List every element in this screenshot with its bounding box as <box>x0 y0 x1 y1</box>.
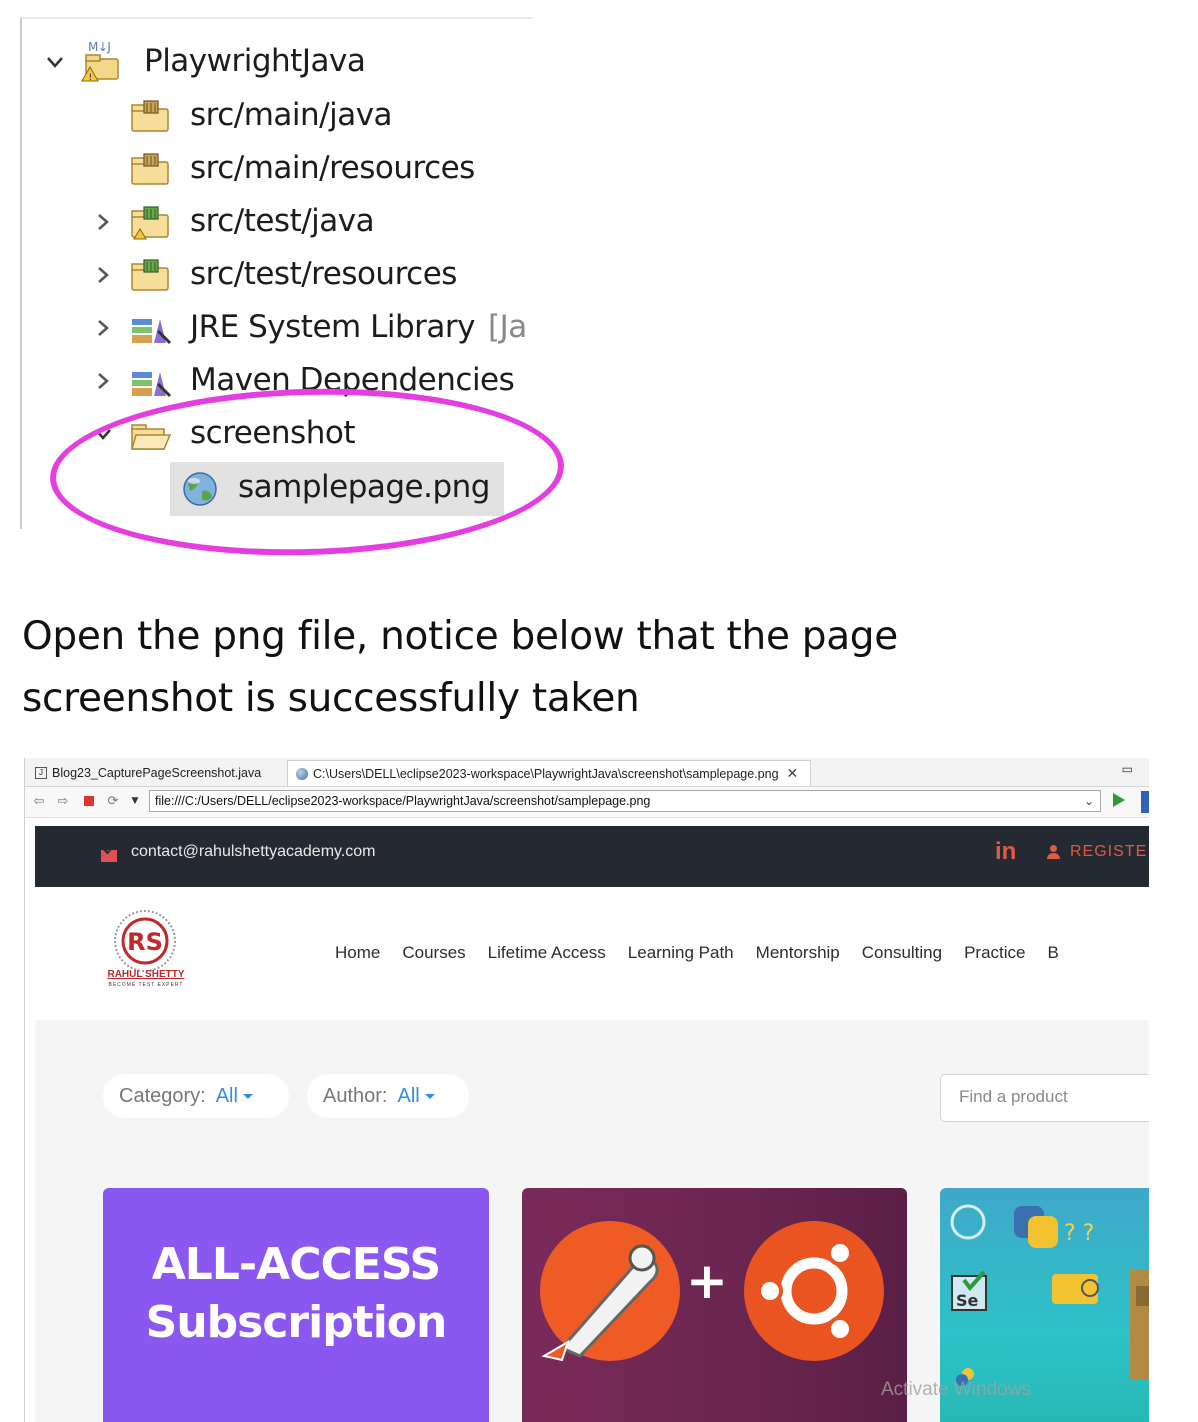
embedded-browser: J Blog23_CapturePageScreenshot.java C:\U… <box>24 758 1149 1422</box>
register-label: REGISTE <box>1070 843 1148 860</box>
dropdown-arrow-icon[interactable]: ▼ <box>127 793 143 809</box>
nav-lifetime-access[interactable]: Lifetime Access <box>488 943 606 963</box>
category-value: All <box>215 1084 238 1107</box>
tab-label: C:\Users\DELL\eclipse2023-workspace\Play… <box>313 766 779 781</box>
category-filter[interactable]: Category: All <box>103 1074 289 1118</box>
tree-item-suffix: [Ja <box>488 309 527 345</box>
project-name: PlaywrightJava <box>144 43 366 79</box>
source-folder-icon <box>130 99 172 135</box>
nav-home[interactable]: Home <box>335 943 380 963</box>
tree-item-label: src/test/java <box>190 203 375 239</box>
tab-label: Blog23_CapturePageScreenshot.java <box>52 766 262 780</box>
plus-sign: + <box>686 1252 728 1310</box>
test-source-folder-icon <box>130 205 172 241</box>
back-icon[interactable]: ⇦ <box>31 793 47 809</box>
main-nav: Home Courses Lifetime Access Learning Pa… <box>335 943 1081 963</box>
logo-subtext: BECOME TEST EXPERT <box>108 982 184 988</box>
close-icon[interactable]: ✕ <box>787 765 799 782</box>
url-text: file:///C:/Users/DELL/eclipse2023-worksp… <box>155 794 651 808</box>
products-section: Category: All Author: All Find a product… <box>35 1020 1149 1422</box>
tree-item-jre-library[interactable]: JRE System Library [Ja <box>22 303 533 353</box>
caption-line-1: Open the png file, notice below that the… <box>22 614 898 659</box>
nav-learning-path[interactable]: Learning Path <box>628 943 734 963</box>
contact-email[interactable]: contact@rahulshettyacademy.com <box>131 843 376 861</box>
activate-windows-watermark: Activate Windows <box>881 1379 1031 1400</box>
card-title-line-1: ALL-ACCESS <box>151 1239 441 1290</box>
caption-line-2: screenshot is successfully taken <box>22 676 640 721</box>
user-icon <box>1047 845 1060 859</box>
tree-item-label: src/main/resources <box>190 150 475 186</box>
tree-item-src-test-java[interactable]: src/test/java <box>22 197 522 247</box>
project-badge: M↓J <box>88 40 110 54</box>
caret-down-icon <box>424 1093 435 1099</box>
logo-text: RAHUL SHETTY <box>107 969 185 980</box>
svg-text:RS: RS <box>127 928 163 956</box>
envelope-icon <box>101 850 117 862</box>
tree-item-src-main-resources[interactable]: src/main/resources <box>22 144 522 194</box>
globe-icon <box>296 767 308 780</box>
author-value: All <box>397 1084 420 1107</box>
nav-consulting[interactable]: Consulting <box>862 943 942 963</box>
maven-project-icon: M↓J ! <box>78 39 120 83</box>
browser-toolbar: ⇦ ⇨ ⟳ ▼ file:///C:/Users/DELL/eclipse202… <box>25 787 1149 818</box>
card-title: ALL-ACCESS Subscription <box>103 1236 489 1352</box>
toolbar-edge-icon <box>1141 791 1149 813</box>
tab-java-file[interactable]: J Blog23_CapturePageScreenshot.java <box>27 760 285 786</box>
stop-icon[interactable] <box>81 793 97 809</box>
chevron-right-icon[interactable] <box>92 211 114 233</box>
nav-practice[interactable]: Practice <box>964 943 1025 963</box>
tree-item-label: src/main/java <box>190 97 393 133</box>
chevron-right-icon[interactable] <box>92 370 114 392</box>
product-card-all-access[interactable]: ALL-ACCESS Subscription <box>103 1188 489 1422</box>
chevron-right-icon[interactable] <box>92 264 114 286</box>
product-search-input[interactable]: Find a product <box>940 1074 1149 1122</box>
category-label: Category: <box>119 1084 206 1107</box>
library-icon <box>130 364 172 400</box>
svg-text:!: ! <box>89 73 92 83</box>
caret-down-icon <box>242 1093 253 1099</box>
go-icon[interactable] <box>1113 793 1125 807</box>
linkedin-icon[interactable]: in <box>995 838 1016 866</box>
java-file-icon: J <box>35 767 47 779</box>
tree-item-project[interactable]: M↓J ! PlaywrightJava <box>22 37 522 87</box>
selenium-badge: Se <box>956 1291 979 1310</box>
card-title-line-2: Subscription <box>145 1297 448 1348</box>
register-link[interactable]: REGISTE <box>1047 843 1147 861</box>
chevron-down-icon[interactable] <box>44 51 66 73</box>
url-input[interactable]: file:///C:/Users/DELL/eclipse2023-worksp… <box>149 790 1101 812</box>
search-placeholder: Find a product <box>959 1087 1068 1106</box>
svg-text:? ?: ? ? <box>1064 1221 1094 1246</box>
editor-tab-strip: J Blog23_CapturePageScreenshot.java C:\U… <box>25 758 1149 787</box>
source-folder-icon <box>130 152 172 188</box>
chevron-down-icon[interactable]: ⌄ <box>1084 791 1094 811</box>
minimize-icon[interactable]: ▭ <box>1122 762 1133 776</box>
site-header: RS RAHUL SHETTY BECOME TEST EXPERT Home … <box>35 887 1149 1019</box>
nav-courses[interactable]: Courses <box>402 943 465 963</box>
product-card-postman-ubuntu[interactable]: + <box>522 1188 907 1422</box>
nav-more[interactable]: B <box>1048 943 1059 963</box>
test-source-folder-icon <box>130 258 172 294</box>
tab-samplepage[interactable]: C:\Users\DELL\eclipse2023-workspace\Play… <box>287 760 811 786</box>
library-icon <box>130 311 172 347</box>
forward-icon[interactable]: ⇨ <box>55 793 71 809</box>
refresh-icon[interactable]: ⟳ <box>105 793 121 809</box>
tree-item-src-main-java[interactable]: src/main/java <box>22 91 522 141</box>
rahul-shetty-logo[interactable]: RS RAHUL SHETTY BECOME TEST EXPERT <box>101 909 191 993</box>
instruction-caption: Open the png file, notice below that the… <box>22 606 1122 730</box>
tree-item-label: src/test/resources <box>190 256 457 292</box>
nav-mentorship[interactable]: Mentorship <box>756 943 840 963</box>
tree-item-label: JRE System Library <box>190 309 475 345</box>
site-top-bar: contact@rahulshettyacademy.com in REGIST… <box>35 826 1149 887</box>
tree-item-src-test-resources[interactable]: src/test/resources <box>22 250 522 300</box>
author-filter[interactable]: Author: All <box>307 1074 469 1118</box>
chevron-right-icon[interactable] <box>92 317 114 339</box>
author-label: Author: <box>323 1084 388 1107</box>
